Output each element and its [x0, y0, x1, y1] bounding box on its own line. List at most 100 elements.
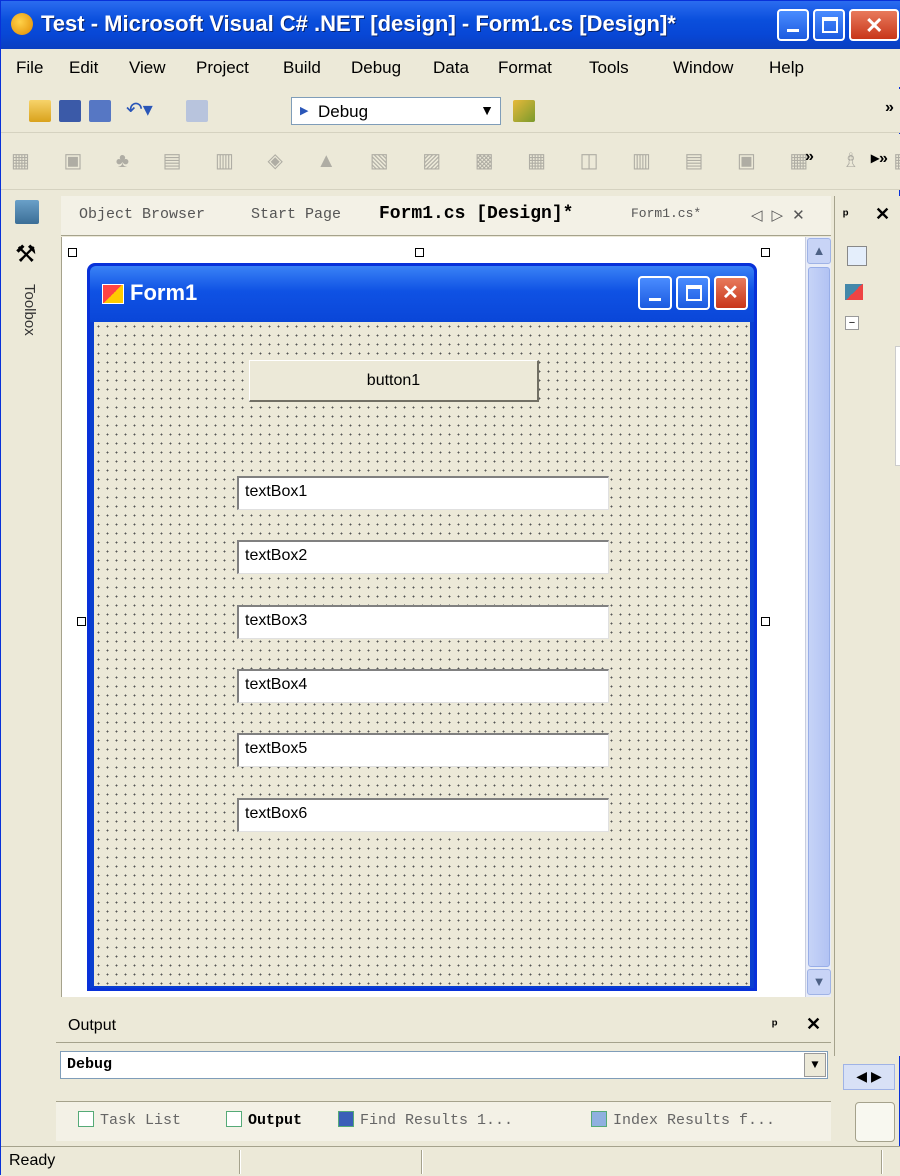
menu-window[interactable]: Window [673, 58, 733, 78]
toolbox-tab[interactable]: Toolbox [11, 236, 47, 471]
left-tool-strip: ⚒ Toolbox [1, 196, 55, 1056]
form-minimize-button[interactable] [638, 276, 672, 310]
tab-index-results-label: Index Results f... [613, 1112, 776, 1129]
menu-build[interactable]: Build [283, 58, 321, 78]
tab-find-results-label: Find Results 1... [360, 1112, 514, 1129]
solution-icon [845, 284, 863, 300]
resize-handle-n[interactable] [415, 248, 424, 257]
toolbox-label: Toolbox [21, 284, 38, 336]
tab-task-list[interactable]: Task List [78, 1111, 181, 1129]
form-icon [102, 284, 124, 304]
chevron-down-icon: ▼ [804, 1053, 826, 1077]
close-button[interactable]: ✕ [849, 9, 899, 41]
textbox3[interactable]: textBox3 [237, 605, 609, 639]
output-pin-icon[interactable]: ᵖ [772, 1016, 777, 1032]
button1[interactable]: button1 [249, 360, 539, 402]
chevron-down-icon: ▼ [480, 102, 494, 118]
window-title: Test - Microsoft Visual C# .NET [design]… [41, 11, 676, 36]
menu-project[interactable]: Project [196, 58, 249, 78]
tab-index-results[interactable]: Index Results f... [591, 1111, 775, 1129]
form1-title-bar[interactable]: Form1 ✕ [90, 266, 754, 322]
menu-debug[interactable]: Debug [351, 58, 401, 78]
status-separator [239, 1150, 241, 1174]
resize-handle-ne[interactable] [761, 248, 770, 257]
horizontal-scroll-icons[interactable]: ◀ ▶ [843, 1064, 895, 1090]
tree-view[interactable] [895, 346, 900, 466]
navigate-icon[interactable] [186, 100, 208, 122]
panel-tab[interactable] [855, 1102, 895, 1142]
scrollbar-thumb[interactable] [808, 267, 830, 967]
tab-form1-code[interactable]: Form1.cs* [631, 206, 701, 221]
form-maximize-button[interactable] [676, 276, 710, 310]
standard-toolbar: ↶▾ ▶ Debug ▼ » [1, 89, 900, 133]
menu-format[interactable]: Format [498, 58, 552, 78]
server-explorer-icon[interactable] [15, 200, 39, 224]
config-value: Debug [318, 102, 369, 121]
tab-navigation[interactable]: ◁ ▷ ✕ [751, 206, 805, 225]
menu-help[interactable]: Help [769, 58, 804, 78]
solution-explorer-header: ᵖ ✕ [835, 196, 900, 236]
bottom-tool-tabs: Task List Output Find Results 1... Index… [56, 1101, 831, 1141]
find-results-icon [338, 1111, 354, 1127]
output-icon [226, 1111, 242, 1127]
resize-handle-nw[interactable] [68, 248, 77, 257]
tab-output[interactable]: Output [226, 1111, 302, 1129]
resize-handle-w[interactable] [77, 617, 86, 626]
undo-icon[interactable]: ↶▾ [126, 97, 153, 122]
expand-icon[interactable]: − [845, 316, 859, 330]
textbox5[interactable]: textBox5 [237, 733, 609, 767]
menu-tools[interactable]: Tools [589, 58, 629, 78]
close-icon[interactable]: ✕ [875, 204, 890, 225]
minimize-button[interactable] [777, 9, 809, 41]
textbox4[interactable]: textBox4 [237, 669, 609, 703]
save-all-icon[interactable] [89, 100, 111, 122]
tab-object-browser[interactable]: Object Browser [79, 206, 205, 223]
menu-file[interactable]: File [16, 58, 43, 78]
save-icon[interactable] [59, 100, 81, 122]
textbox6[interactable]: textBox6 [237, 798, 609, 832]
output-header: Output ᵖ ✕ [56, 1011, 831, 1043]
form1-designer[interactable]: Form1 ✕ button1 textBox1 textBox2 textBo… [87, 263, 757, 991]
tab-find-results[interactable]: Find Results 1... [338, 1111, 513, 1129]
form1-title: Form1 [130, 280, 198, 305]
form-close-button[interactable]: ✕ [714, 276, 748, 310]
vertical-scrollbar[interactable]: ▲ ▼ [805, 237, 831, 997]
layout-overflow-icon[interactable]: » [805, 148, 814, 166]
find-in-files-icon[interactable] [513, 100, 535, 122]
output-source-select[interactable]: Debug ▼ [60, 1051, 828, 1079]
maximize-button[interactable] [813, 9, 845, 41]
output-close-icon[interactable]: ✕ [806, 1014, 821, 1035]
output-window: Output ᵖ ✕ Debug ▼ [56, 1011, 831, 1107]
pin-icon[interactable]: ᵖ [843, 206, 848, 222]
menu-view[interactable]: View [129, 58, 166, 78]
show-all-files-icon[interactable] [847, 246, 867, 266]
tab-start-page[interactable]: Start Page [251, 206, 341, 223]
vs-main-window: Test - Microsoft Visual C# .NET [design]… [0, 0, 900, 1176]
form1-client-area[interactable]: button1 textBox1 textBox2 textBox3 textB… [94, 322, 750, 986]
toolbar-overflow-icon[interactable]: » [885, 99, 894, 117]
output-title: Output [68, 1017, 117, 1034]
textbox1[interactable]: textBox1 [237, 476, 609, 510]
tab-task-list-label: Task List [100, 1112, 182, 1129]
layout-toolbar: ▦ ▣ ♣ ▤ ▥ ◈ ▲ ▧ ▨ ▩ ▦ ◫ ▥ ▤ ▣ ▦ ♗ ▦ » ▸» [1, 134, 900, 190]
status-separator [881, 1150, 883, 1174]
layout-icons: ▦ ▣ ♣ ▤ ▥ ◈ ▲ ▧ ▨ ▩ ▦ ◫ ▥ ▤ ▣ ▦ ♗ ▦ [11, 150, 900, 172]
app-icon [11, 13, 33, 35]
layout-overflow-icon-2[interactable]: ▸» [871, 148, 888, 168]
scroll-up-icon[interactable]: ▲ [807, 238, 831, 264]
solution-explorer-panel: ᵖ ✕ − ◀ ▶ [834, 196, 900, 1142]
menu-data[interactable]: Data [433, 58, 469, 78]
index-results-icon [591, 1111, 607, 1127]
play-arrow-icon: ▶ [300, 105, 309, 117]
scroll-down-icon[interactable]: ▼ [807, 969, 831, 995]
open-file-icon[interactable] [29, 100, 51, 122]
textbox2[interactable]: textBox2 [237, 540, 609, 574]
tab-form1-design[interactable]: Form1.cs [Design]* [379, 204, 573, 224]
solution-config-combo[interactable]: ▶ Debug ▼ [291, 97, 501, 125]
tab-output-label: Output [248, 1112, 303, 1129]
output-source-value: Debug [67, 1056, 113, 1073]
menu-edit[interactable]: Edit [69, 58, 98, 78]
resize-handle-e[interactable] [761, 617, 770, 626]
task-list-icon [78, 1111, 94, 1127]
title-bar[interactable]: Test - Microsoft Visual C# .NET [design]… [1, 1, 900, 49]
